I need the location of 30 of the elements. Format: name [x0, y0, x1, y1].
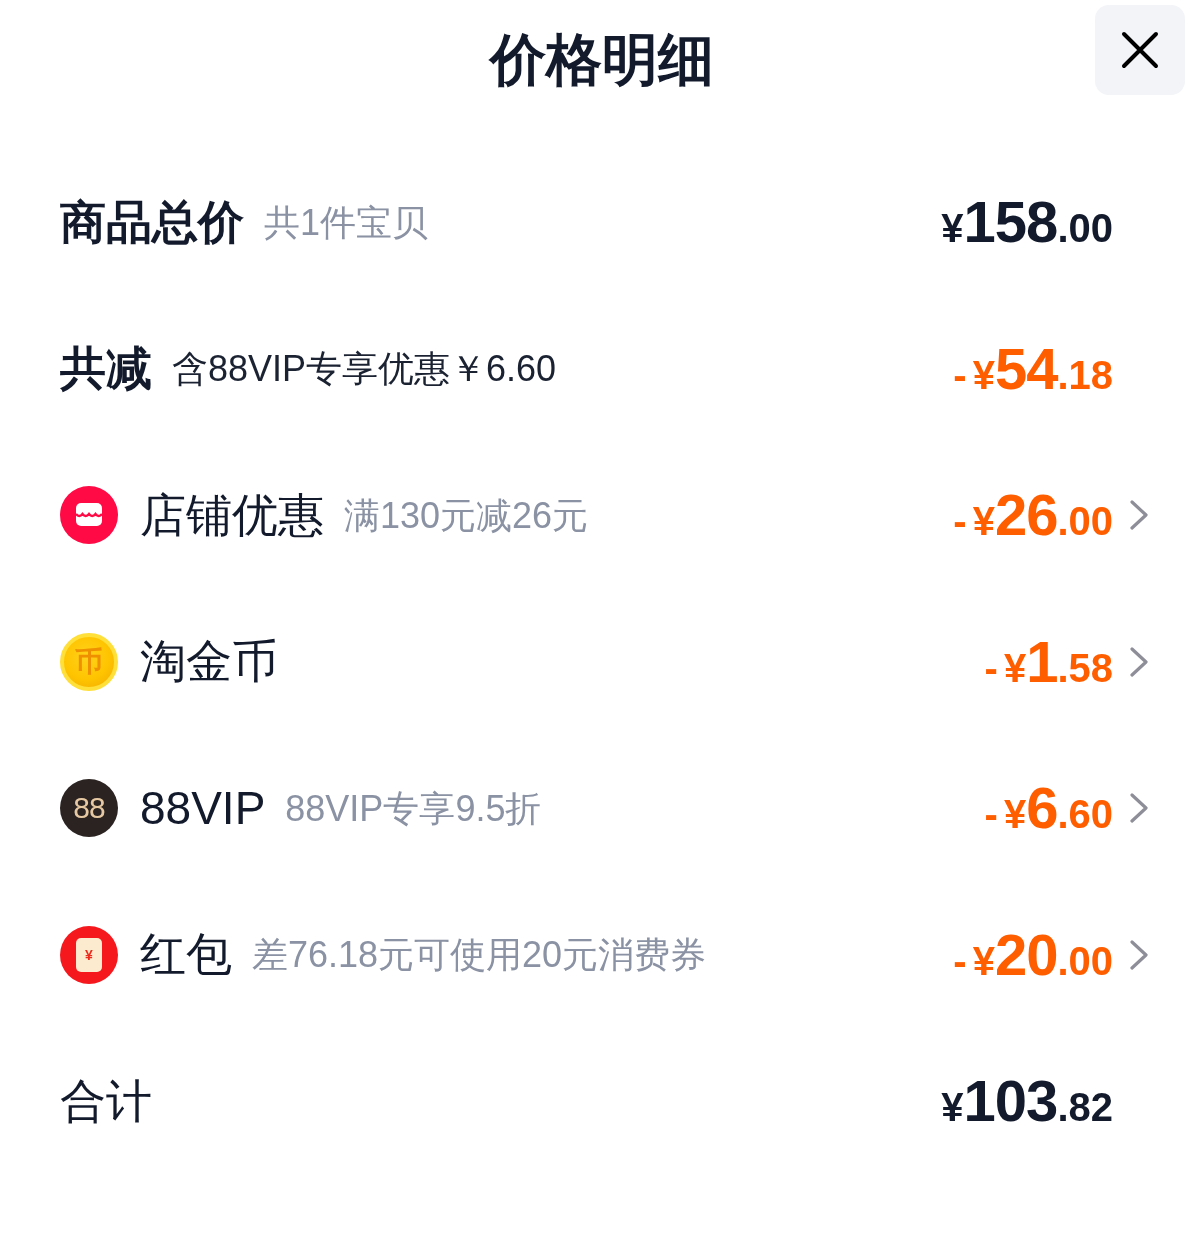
price-amount: ¥103.82	[941, 1072, 1113, 1131]
price-amount: -¥1.58	[984, 632, 1113, 691]
row-note: 差76.18元可使用20元消费券	[252, 933, 707, 977]
row-label: 淘金币	[140, 634, 278, 690]
price-amount: -¥20.00	[953, 925, 1113, 984]
vip-badge: 88	[60, 779, 118, 838]
close-button[interactable]	[1095, 5, 1185, 95]
row-label: 商品总价	[60, 194, 244, 250]
chevron-right-icon[interactable]	[1130, 646, 1148, 677]
row-note: 满130元减26元	[344, 493, 589, 537]
row-label: 合计	[60, 1073, 152, 1129]
sheet-title: 价格明细	[490, 27, 714, 93]
envelope-badge: ¥	[60, 925, 118, 984]
price-amount: -¥54.18	[953, 339, 1113, 398]
price-amount: -¥6.60	[984, 779, 1113, 838]
chevron-right-icon[interactable]	[1130, 939, 1148, 970]
coin-badge: 币	[60, 632, 118, 691]
storefront-icon	[60, 486, 118, 545]
row-note: 共1件宝贝	[264, 200, 429, 244]
row-note: 含88VIP专享优惠￥6.60	[172, 347, 557, 391]
price-amount: ¥158.00	[941, 193, 1113, 252]
chevron-right-icon[interactable]	[1130, 793, 1148, 824]
row-label: 红包	[140, 927, 232, 983]
row-note: 88VIP专享9.5折	[285, 786, 542, 830]
row-label: 共减	[60, 341, 152, 397]
price-amount: -¥26.00	[953, 486, 1113, 545]
row-label: 88VIP	[140, 780, 266, 836]
row-label: 店铺优惠	[140, 487, 324, 543]
chevron-right-icon[interactable]	[1130, 500, 1148, 531]
close-icon	[1121, 31, 1159, 69]
